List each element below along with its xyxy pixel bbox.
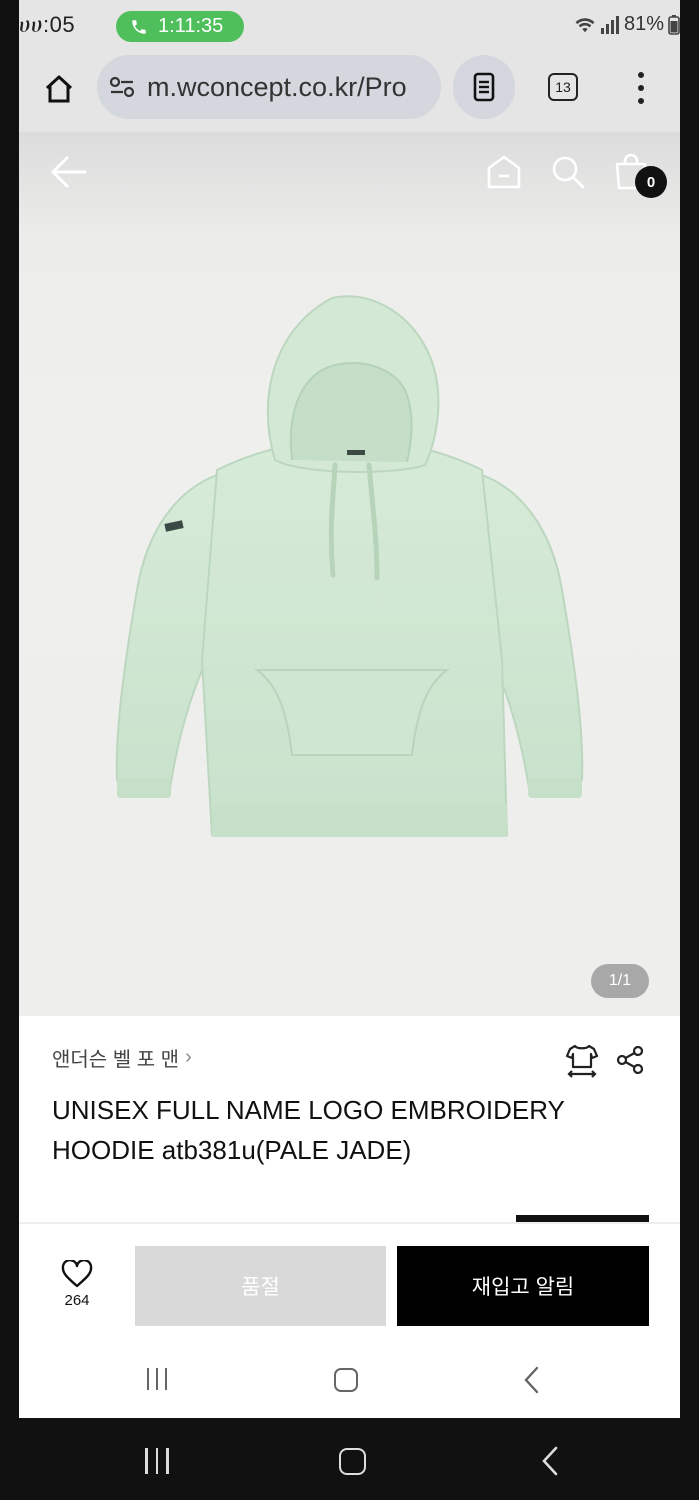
size-guide-icon[interactable] xyxy=(564,1043,600,1079)
soldout-button: 품절 xyxy=(135,1246,386,1326)
browser-toolbar: m.wconcept.co.kr/Pro 13 xyxy=(19,52,680,132)
product-title: UNISEX FULL NAME LOGO EMBROIDERY HOODIE … xyxy=(52,1095,565,1165)
status-time: ሀሀ:05 xyxy=(19,12,76,37)
home-icon xyxy=(45,75,73,103)
signal-icon xyxy=(600,15,619,34)
shop-home-icon[interactable] xyxy=(486,154,522,190)
url-text: m.wconcept.co.kr/Pro xyxy=(147,71,407,102)
more-menu-icon[interactable] xyxy=(629,70,653,106)
screen: ሀሀ:05 1:11:35 81% m.wconcept.co.kr/Pro 1… xyxy=(19,0,680,1418)
chevron-right-icon: › xyxy=(185,1046,192,1068)
address-bar[interactable]: m.wconcept.co.kr/Pro xyxy=(97,55,441,119)
like-button[interactable]: 264 xyxy=(49,1260,105,1309)
share-icon[interactable] xyxy=(615,1045,645,1075)
cart-count-badge: 0 xyxy=(635,166,667,198)
like-count: 264 xyxy=(64,1292,90,1309)
site-settings-icon xyxy=(109,76,135,98)
heart-icon xyxy=(61,1260,93,1288)
tab-count: 13 xyxy=(555,79,571,95)
reader-mode-button[interactable] xyxy=(453,55,515,119)
back-icon[interactable] xyxy=(523,1366,541,1394)
image-counter: 1/1 xyxy=(591,964,649,998)
brand-name: 앤더슨 벨 포 맨 xyxy=(52,1049,180,1071)
battery-icon xyxy=(668,14,680,35)
product-photo-hoodie xyxy=(115,295,584,837)
system-navigation-bar xyxy=(0,1418,699,1500)
reader-mode-icon xyxy=(473,72,495,102)
search-icon[interactable] xyxy=(550,154,586,190)
browser-home-button[interactable] xyxy=(39,69,79,109)
status-indicators: 81% xyxy=(574,13,680,36)
status-bar: ሀሀ:05 1:11:35 81% xyxy=(19,0,680,52)
system-back-icon[interactable] xyxy=(540,1446,560,1476)
restock-alert-button[interactable]: 재입고 알림 xyxy=(397,1246,649,1326)
battery-percent: 81% xyxy=(623,13,664,35)
call-duration: 1:11:35 xyxy=(158,15,224,37)
product-image-gallery[interactable]: 0 1/1 xyxy=(19,132,680,1016)
phone-icon xyxy=(132,19,146,34)
screen-navigation-bar xyxy=(19,1340,680,1418)
ongoing-call-pill[interactable]: 1:11:35 xyxy=(116,11,244,42)
back-arrow-icon[interactable] xyxy=(49,154,87,190)
system-recents-icon[interactable] xyxy=(145,1448,169,1474)
tab-switcher-icon[interactable]: 13 xyxy=(548,73,578,101)
brand-link[interactable]: 앤더슨 벨 포 맨 › xyxy=(52,1043,192,1072)
wifi-icon xyxy=(575,17,595,32)
system-home-icon[interactable] xyxy=(339,1448,366,1475)
phone-frame: ሀሀ:05 1:11:35 81% m.wconcept.co.kr/Pro 1… xyxy=(0,0,699,1500)
home-button-icon[interactable] xyxy=(334,1368,358,1392)
recents-icon[interactable] xyxy=(147,1368,167,1390)
divider xyxy=(19,1222,680,1224)
